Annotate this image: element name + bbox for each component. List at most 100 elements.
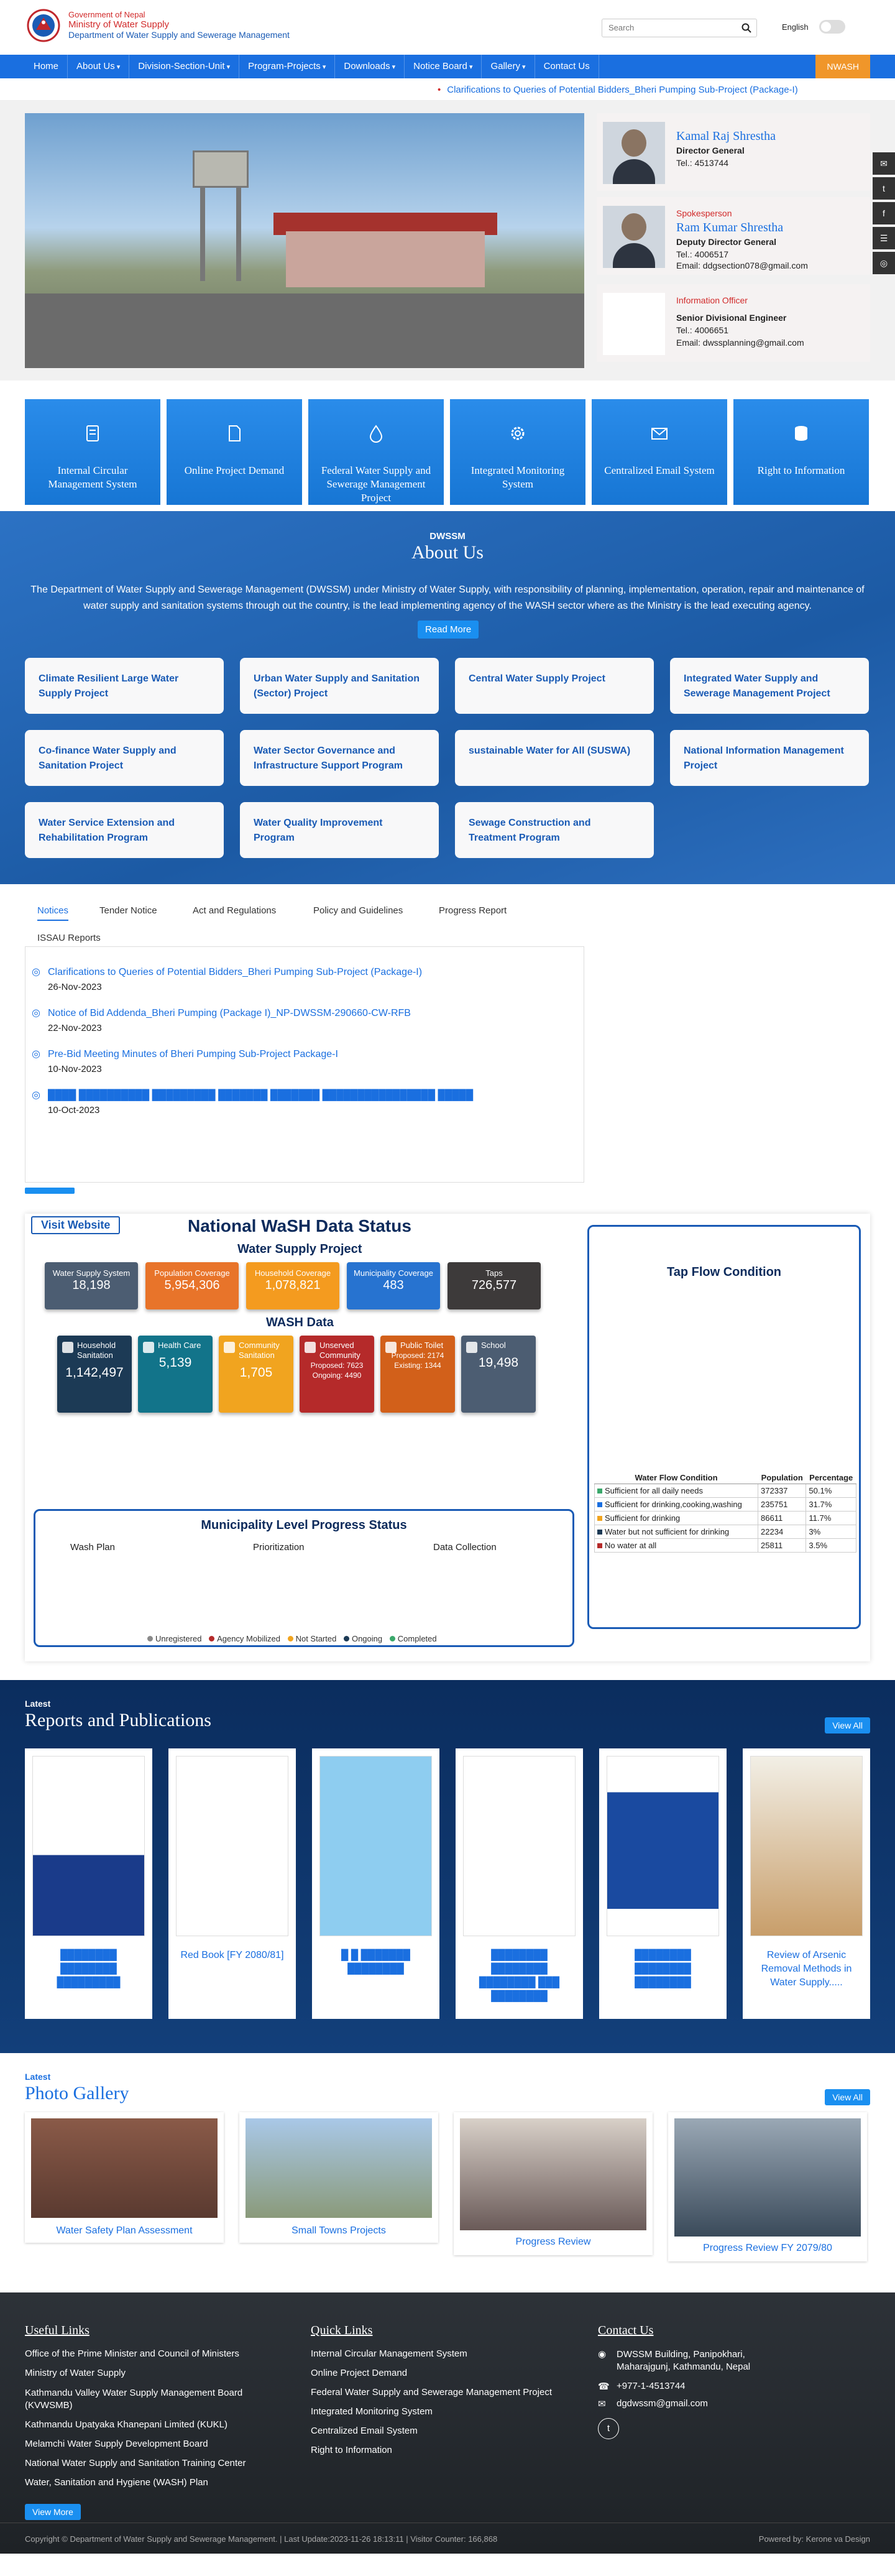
service-federal-wss[interactable]: Federal Water Supply and Sewerage Manage… bbox=[308, 399, 444, 505]
list-item[interactable]: Pre-Bid Meeting Minutes of Bheri Pumping… bbox=[48, 1048, 338, 1074]
gallery-view-all-button[interactable]: View All bbox=[825, 2089, 870, 2105]
tab-progress-report[interactable]: Progress Report bbox=[439, 905, 507, 916]
search-input[interactable]: Search bbox=[602, 19, 757, 37]
footer-link[interactable]: Kathmandu Valley Water Supply Management… bbox=[25, 2387, 286, 2412]
nwash-button[interactable]: NWASH bbox=[815, 55, 870, 78]
footer-link[interactable]: Integrated Monitoring System bbox=[311, 2406, 433, 2417]
search-placeholder: Search bbox=[608, 23, 635, 32]
footer-link[interactable]: Right to Information bbox=[311, 2445, 392, 2455]
report-card[interactable]: ████████ ████████ ████████ ███ ████████ bbox=[456, 1748, 583, 2019]
nav-downloads[interactable]: Downloads bbox=[335, 55, 405, 78]
nav-division[interactable]: Division-Section-Unit bbox=[129, 55, 240, 78]
read-more-button[interactable]: Read More bbox=[418, 621, 479, 639]
notice-title[interactable]: Clarifications to Queries of Potential B… bbox=[48, 966, 422, 979]
footer-link[interactable]: Water, Sanitation and Hygiene (WASH) Pla… bbox=[25, 2477, 208, 2488]
service-online-demand[interactable]: Online Project Demand bbox=[167, 399, 302, 505]
service-monitoring[interactable]: Integrated Monitoring System bbox=[450, 399, 585, 505]
project-card[interactable]: National Information Management Project bbox=[670, 730, 869, 786]
report-card[interactable]: █ █ ███████ ████████ bbox=[312, 1748, 439, 2019]
list-item[interactable]: Notice of Bid Addenda_Bheri Pumping (Pac… bbox=[48, 1007, 411, 1033]
footer-link[interactable]: Internal Circular Management System bbox=[311, 2348, 467, 2359]
facebook-icon[interactable]: f bbox=[873, 202, 895, 224]
tab-notices[interactable]: Notices bbox=[37, 902, 69, 921]
nav-program-projects[interactable]: Program-Projects bbox=[239, 55, 336, 78]
list-item[interactable]: Clarifications to Queries of Potential B… bbox=[48, 966, 422, 992]
report-card[interactable]: Review of Arsenic Removal Methods in Wat… bbox=[743, 1748, 870, 2019]
search-icon[interactable] bbox=[741, 23, 751, 33]
report-title[interactable]: ████████ ████████ █████████ bbox=[31, 1949, 146, 1990]
footer-link[interactable]: Online Project Demand bbox=[311, 2368, 407, 2378]
report-title[interactable]: Review of Arsenic Removal Methods in Wat… bbox=[749, 1949, 864, 1990]
report-card[interactable]: ████████ ████████ █████████ bbox=[25, 1748, 152, 2019]
gallery-caption[interactable]: Small Towns Projects bbox=[239, 2225, 438, 2237]
visit-website-button[interactable]: Visit Website bbox=[31, 1216, 121, 1234]
gallery-caption[interactable]: Water Safety Plan Assessment bbox=[25, 2225, 224, 2237]
list-item[interactable]: ████ ██████████ █████████ ███████ ██████… bbox=[48, 1089, 483, 1115]
gallery-item[interactable]: Water Safety Plan Assessment bbox=[25, 2112, 224, 2243]
project-card[interactable]: Urban Water Supply and Sanitation (Secto… bbox=[240, 658, 439, 714]
notice-title[interactable]: Pre-Bid Meeting Minutes of Bheri Pumping… bbox=[48, 1048, 338, 1061]
tab-issau-reports[interactable]: ISSAU Reports bbox=[37, 933, 101, 943]
report-title[interactable]: ████████ ████████ ████████ ███ ████████ bbox=[462, 1949, 577, 2003]
email-icon[interactable]: ✉ bbox=[873, 152, 895, 175]
footer-link[interactable]: Office of the Prime Minister and Council… bbox=[25, 2348, 239, 2359]
gallery-item[interactable]: Progress Review bbox=[454, 2112, 653, 2255]
nav-contact-us[interactable]: Contact Us bbox=[535, 55, 599, 78]
project-card[interactable]: Climate Resilient Large Water Supply Pro… bbox=[25, 658, 224, 714]
report-card[interactable]: ████████ ████████ ████████ bbox=[599, 1748, 727, 2019]
project-card[interactable]: Central Water Supply Project bbox=[455, 658, 654, 714]
reports-view-all-button[interactable]: View All bbox=[825, 1717, 870, 1733]
nepal-emblem-icon[interactable] bbox=[25, 9, 62, 42]
report-title[interactable]: Red Book [FY 2080/81] bbox=[175, 1949, 290, 1962]
tab-policy-guidelines[interactable]: Policy and Guidelines bbox=[313, 905, 403, 916]
project-card[interactable]: Water Sector Governance and Infrastructu… bbox=[240, 730, 439, 786]
person-name[interactable]: Kamal Raj Shrestha bbox=[676, 129, 776, 144]
report-title[interactable]: ████████ ████████ ████████ bbox=[605, 1949, 720, 1990]
tab-act-regulations[interactable]: Act and Regulations bbox=[193, 905, 276, 916]
service-rti[interactable]: Right to Information bbox=[733, 399, 869, 505]
gallery-caption[interactable]: Progress Review FY 2079/80 bbox=[668, 2243, 867, 2254]
project-card[interactable]: Integrated Water Supply and Sewerage Man… bbox=[670, 658, 869, 714]
person-name[interactable]: Ram Kumar Shrestha bbox=[676, 221, 783, 235]
notice-title[interactable]: ████ ██████████ █████████ ███████ ██████… bbox=[48, 1089, 483, 1102]
gallery-item[interactable]: Progress Review FY 2079/80 bbox=[668, 2112, 867, 2261]
sitemap-icon[interactable]: ☰ bbox=[873, 227, 895, 249]
report-title[interactable]: █ █ ███████ ████████ bbox=[318, 1949, 433, 1976]
project-card[interactable]: Co-finance Water Supply and Sanitation P… bbox=[25, 730, 224, 786]
view-more-button[interactable] bbox=[25, 1188, 75, 1194]
tab-tender-notice[interactable]: Tender Notice bbox=[99, 905, 157, 916]
gallery-caption[interactable]: Progress Review bbox=[454, 2237, 653, 2248]
footer-link[interactable]: Kathmandu Upatyaka Khanepani Limited (KU… bbox=[25, 2419, 227, 2430]
globe-icon[interactable]: ◎ bbox=[873, 252, 895, 274]
site-brand[interactable]: Government of Nepal Ministry of Water Su… bbox=[68, 10, 290, 40]
footer-phone[interactable]: ☎ +977-1-4513744 bbox=[598, 2381, 686, 2392]
person-email: Email: ddgsection078@gmail.com bbox=[676, 261, 808, 270]
notice-title[interactable]: Notice of Bid Addenda_Bheri Pumping (Pac… bbox=[48, 1007, 411, 1020]
view-more-button[interactable]: View More bbox=[25, 2504, 81, 2520]
nav-home[interactable]: Home bbox=[25, 55, 68, 78]
twitter-icon[interactable]: t bbox=[598, 2418, 619, 2439]
report-card[interactable]: Red Book [FY 2080/81] bbox=[168, 1748, 296, 2019]
project-card[interactable]: Sewage Construction and Treatment Progra… bbox=[455, 802, 654, 858]
footer-link[interactable]: Centralized Email System bbox=[311, 2426, 418, 2436]
footer-link[interactable]: National Water Supply and Sanitation Tra… bbox=[25, 2458, 246, 2468]
service-email[interactable]: Centralized Email System bbox=[592, 399, 727, 505]
footer-email[interactable]: ✉ dgdwssm@gmail.com bbox=[598, 2398, 708, 2409]
nav-gallery[interactable]: Gallery bbox=[482, 55, 535, 78]
powered-by[interactable]: Powered by: Kerone va Design bbox=[759, 2534, 870, 2544]
service-internal-circular[interactable]: Internal Circular Management System bbox=[25, 399, 160, 505]
nav-about-us[interactable]: About Us bbox=[68, 55, 130, 78]
project-card[interactable]: Water Service Extension and Rehabilitati… bbox=[25, 802, 224, 858]
footer-link[interactable]: Melamchi Water Supply Development Board bbox=[25, 2439, 208, 2449]
legend-label: Not Started bbox=[295, 1634, 337, 1643]
twitter-icon[interactable]: t bbox=[873, 177, 895, 200]
language-toggle[interactable] bbox=[819, 20, 845, 34]
project-card[interactable]: Water Quality Improvement Program bbox=[240, 802, 439, 858]
project-card[interactable]: sustainable Water for All (SUSWA) bbox=[455, 730, 654, 786]
footer-link[interactable]: Federal Water Supply and Sewerage Manage… bbox=[311, 2387, 552, 2398]
notice-date: 22-Nov-2023 bbox=[48, 1023, 102, 1033]
nav-notice-board[interactable]: Notice Board bbox=[405, 55, 482, 78]
ticker-link[interactable]: Clarifications to Queries of Potential B… bbox=[438, 85, 797, 95]
footer-link[interactable]: Ministry of Water Supply bbox=[25, 2368, 126, 2378]
gallery-item[interactable]: Small Towns Projects bbox=[239, 2112, 438, 2243]
